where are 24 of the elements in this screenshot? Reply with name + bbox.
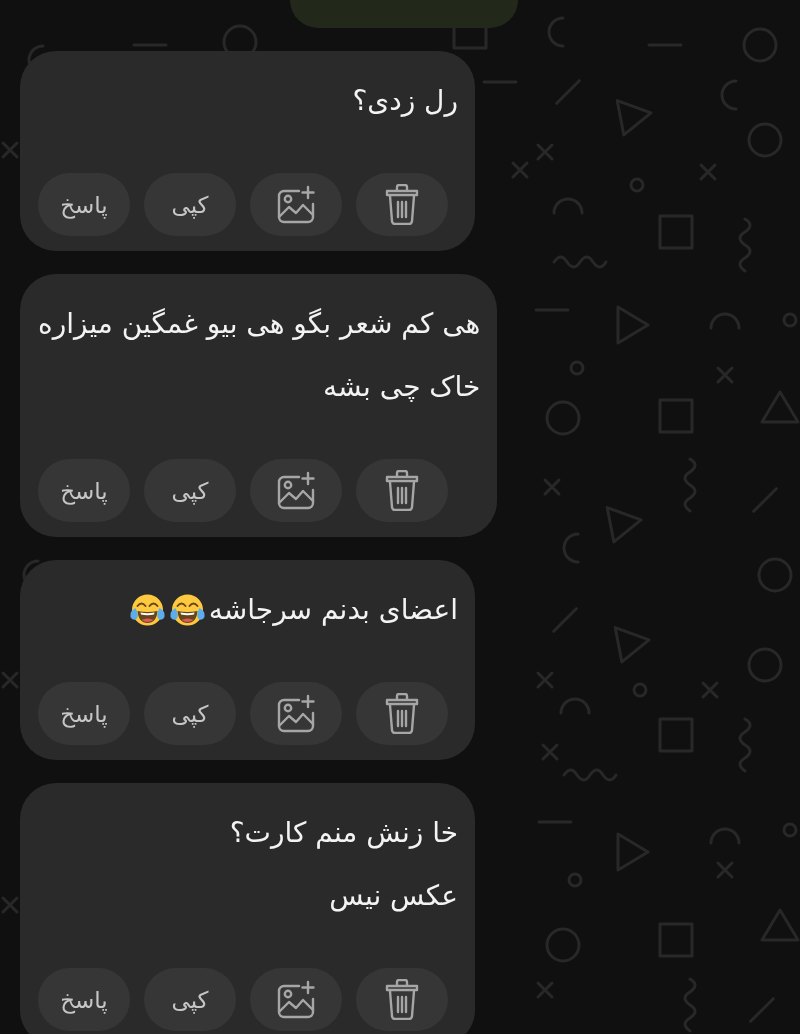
action-button[interactable]: پاسخ xyxy=(38,173,130,236)
action-button[interactable]: کپی xyxy=(144,173,236,236)
trash-icon xyxy=(385,979,419,1020)
message-text: رل زدی؟ xyxy=(352,83,458,119)
message-text: خا زنش منم کارت؟ xyxy=(229,815,458,851)
message-text: خاک چی بشه xyxy=(323,369,481,405)
action-button[interactable]: کپی xyxy=(144,682,236,745)
action-button[interactable]: پاسخ xyxy=(38,682,130,745)
action-button[interactable]: پاسخ xyxy=(38,459,130,522)
trash-icon xyxy=(385,470,419,511)
image-plus-icon xyxy=(276,694,316,733)
laughing-emoji-icon xyxy=(168,593,206,627)
action-button[interactable]: کپی xyxy=(144,968,236,1031)
trash-icon xyxy=(385,693,419,734)
action-button[interactable]: کپی xyxy=(144,459,236,522)
message-text: هی کم شعر بگو هی بیو غمگین میزاره xyxy=(38,306,481,342)
action-button[interactable]: پاسخ xyxy=(38,968,130,1031)
image-plus-icon xyxy=(276,185,316,224)
image-plus-icon xyxy=(276,980,316,1019)
message-text: عکس نیس xyxy=(329,878,458,914)
trash-icon xyxy=(385,184,419,225)
message-text: اعضای بدنم سرجاشه xyxy=(208,592,458,628)
laughing-emoji-icon xyxy=(128,593,166,627)
image-plus-icon xyxy=(276,471,316,510)
